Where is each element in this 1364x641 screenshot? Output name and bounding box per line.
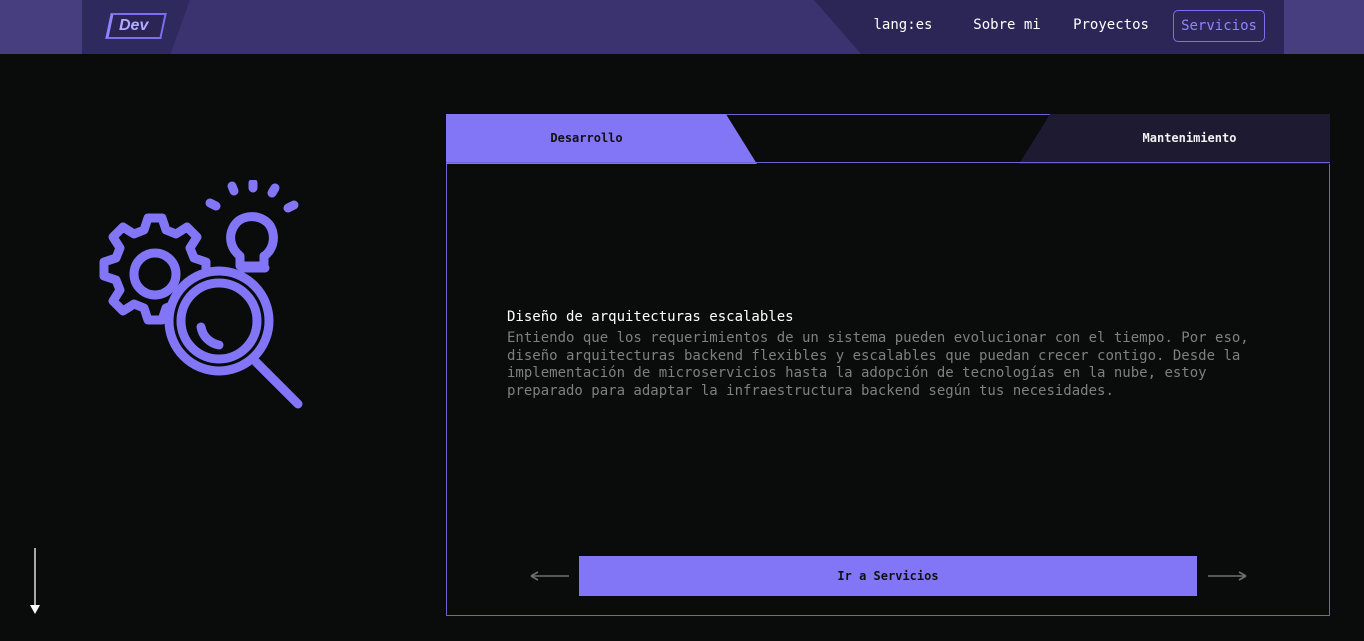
gear-magnifier-lightbulb-icon	[99, 180, 303, 409]
logo-text: Dev	[119, 17, 149, 34]
content-title: Diseño de arquitecturas escalables	[507, 309, 794, 325]
tab-mantenimiento[interactable]: Mantenimiento	[1019, 114, 1330, 164]
nav-services[interactable]: Servicios	[1173, 10, 1265, 42]
nav-about[interactable]: Sobre mi	[964, 10, 1050, 42]
nav-projects[interactable]: Proyectos	[1066, 10, 1156, 42]
arrow-left-icon[interactable]	[530, 566, 570, 586]
go-to-services-button[interactable]: Ir a Servicios	[579, 556, 1197, 596]
content-text: Entiendo que los requerimientos de un si…	[507, 330, 1249, 399]
arrow-right-icon[interactable]	[1207, 566, 1247, 586]
nav-lang[interactable]: lang:es	[866, 10, 940, 42]
logo[interactable]: Dev	[105, 13, 167, 39]
tab-divider	[446, 162, 1330, 163]
arrow-down-icon[interactable]	[28, 548, 42, 616]
tab-desarrollo[interactable]: Desarrollo	[446, 114, 757, 164]
